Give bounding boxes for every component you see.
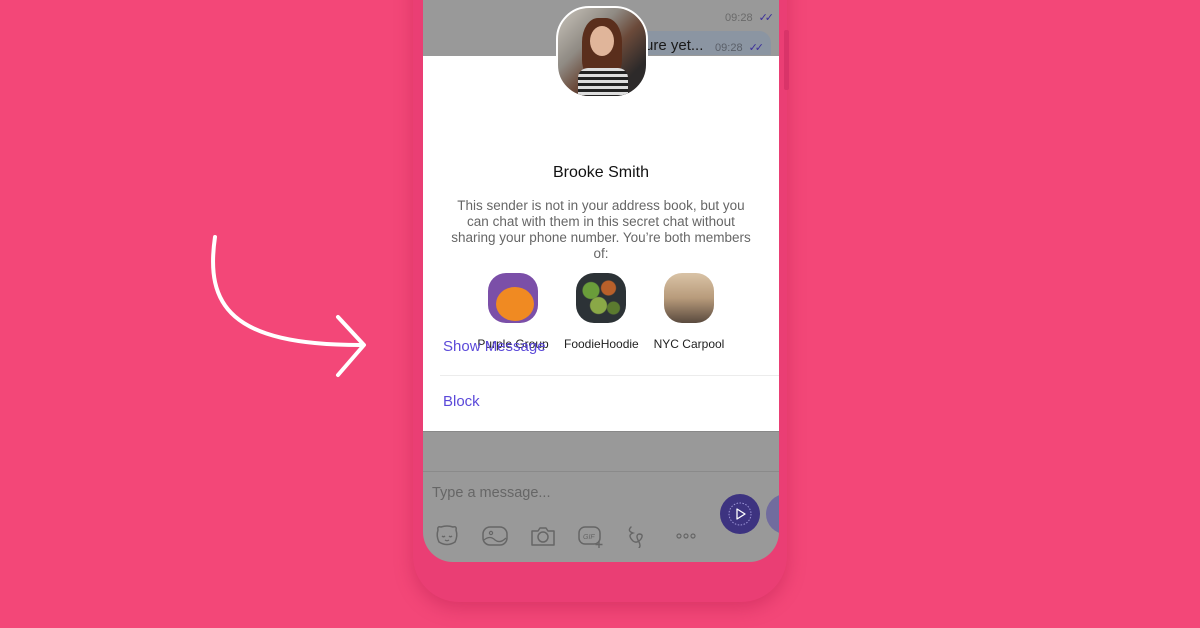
foodiehoodie-avatar (576, 273, 626, 323)
camera-icon (531, 527, 555, 546)
sender-name: Brooke Smith (552, 164, 650, 181)
double-check-icon: ✓✓ (758, 12, 775, 24)
divider (423, 431, 779, 432)
purple-group-avatar (488, 273, 538, 323)
play-icon (728, 502, 752, 526)
camera-button[interactable] (529, 522, 577, 550)
message-input[interactable]: Type a message... (432, 485, 550, 501)
message-time: 09:28 (715, 42, 743, 54)
sticker-button[interactable] (433, 522, 481, 550)
message-meta: 09:28 ✓✓ (725, 11, 775, 24)
unknown-sender-dialog: Brooke Smith This sender is not in your … (423, 56, 779, 431)
more-icon (676, 533, 696, 539)
nyc-carpool-avatar (664, 273, 714, 323)
svg-text:GIF: GIF (583, 534, 595, 541)
divider (440, 375, 779, 376)
gif-button[interactable]: GIF (577, 522, 625, 550)
block-button[interactable]: Block (443, 393, 480, 410)
doodle-button[interactable] (625, 522, 673, 550)
more-button[interactable] (673, 522, 721, 550)
double-check-icon: ✓✓ (748, 42, 765, 54)
gif-icon: GIF (578, 526, 603, 548)
group-item[interactable]: NYC Carpool (652, 273, 726, 351)
message-text: ure yet... (645, 37, 704, 54)
sender-description: This sender is not in your address book,… (451, 198, 751, 261)
group-label: FoodieHoodie (564, 337, 639, 351)
phone-side-button (784, 30, 789, 90)
group-label: NYC Carpool (653, 337, 725, 351)
composer-toolbar: GIF (433, 522, 721, 550)
group-item[interactable]: FoodieHoodie (564, 273, 639, 351)
show-message-button[interactable]: Show Message (443, 338, 546, 355)
secondary-action-button[interactable] (766, 494, 779, 534)
curved-arrow-icon (211, 235, 366, 377)
message-time: 09:28 (725, 12, 753, 24)
message-meta: 09:28 ✓✓ (715, 41, 765, 54)
gallery-icon (482, 526, 508, 546)
voice-video-button[interactable] (720, 494, 760, 534)
gallery-button[interactable] (481, 522, 529, 550)
sticker-icon (436, 525, 458, 546)
divider (423, 471, 779, 472)
doodle-icon (628, 526, 643, 548)
sender-avatar (556, 6, 648, 98)
